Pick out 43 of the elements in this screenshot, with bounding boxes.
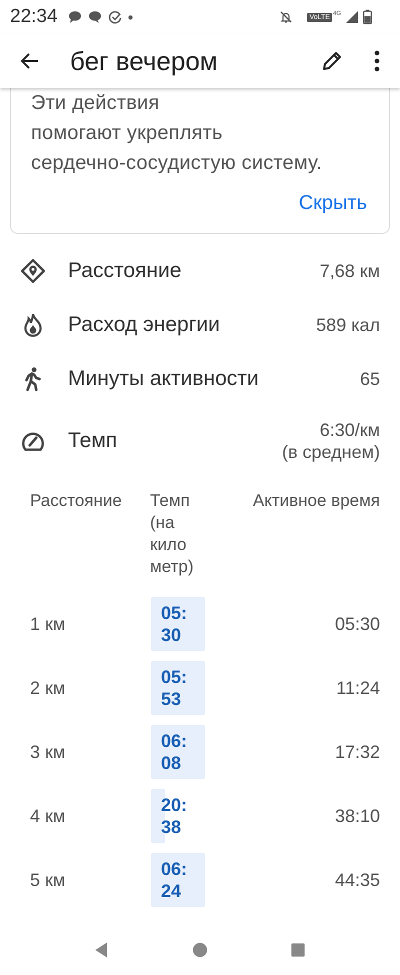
location-diamond-icon bbox=[20, 258, 46, 284]
column-header: Расстояние bbox=[10, 490, 150, 592]
table-cell-text: 2 км bbox=[29, 676, 66, 700]
pace-value: 05: 53 bbox=[151, 661, 205, 715]
home-icon bbox=[190, 940, 210, 960]
bell-off-icon bbox=[279, 10, 294, 24]
stat-value: 6:30/км bbox=[318, 419, 380, 441]
table-cell-text: 44:35 bbox=[334, 868, 381, 892]
stat-value: 7,68 км bbox=[320, 260, 380, 282]
more-icon bbox=[374, 50, 380, 72]
stat-note: (в среднем) bbox=[282, 441, 380, 463]
column-header: Активное время bbox=[252, 490, 381, 512]
table-cell-text: 11:24 bbox=[335, 676, 381, 700]
stat-value: 65 bbox=[360, 368, 380, 390]
check-circle-icon bbox=[108, 10, 122, 24]
info-text: помогают укреплять bbox=[31, 121, 224, 146]
table-cell-text: 05:30 bbox=[334, 612, 381, 636]
dot-icon bbox=[128, 14, 133, 20]
chat-bubble-icon bbox=[68, 10, 82, 24]
table-cell-text: 38:10 bbox=[334, 804, 381, 828]
pencil-icon bbox=[320, 49, 344, 73]
hide-button[interactable]: Скрыть bbox=[298, 188, 367, 219]
pace-value: 05: 30 bbox=[151, 597, 205, 651]
pace-value: 06: 08 bbox=[151, 725, 205, 779]
stat-label: Расстояние bbox=[68, 259, 182, 283]
table-cell-text: 5 км bbox=[29, 868, 66, 892]
stat-label: Минуты активности bbox=[68, 367, 260, 391]
chat-bubble-icon bbox=[88, 10, 102, 24]
battery-icon bbox=[363, 9, 372, 25]
page-title: бег вечером bbox=[70, 46, 219, 76]
table-cell-text: 1 км bbox=[29, 612, 66, 636]
table-cell-text: 4 км bbox=[29, 804, 66, 828]
stat-value: 589 кал bbox=[316, 314, 380, 336]
clock-time: 22:34 bbox=[10, 6, 58, 28]
pace-value: 06: 24 bbox=[151, 853, 205, 907]
table-cell-text: 3 км bbox=[29, 740, 66, 764]
table-cell-text: 17:32 bbox=[334, 740, 381, 764]
stat-label: Расход энергии bbox=[68, 313, 221, 337]
column-header: Темп (на кило метр) bbox=[150, 490, 194, 578]
info-text: Эти действия bbox=[31, 91, 160, 116]
stat-label: Темп bbox=[68, 429, 118, 453]
signal-icon bbox=[345, 10, 359, 24]
info-text: сердечно-сосудистую систему. bbox=[31, 151, 323, 176]
